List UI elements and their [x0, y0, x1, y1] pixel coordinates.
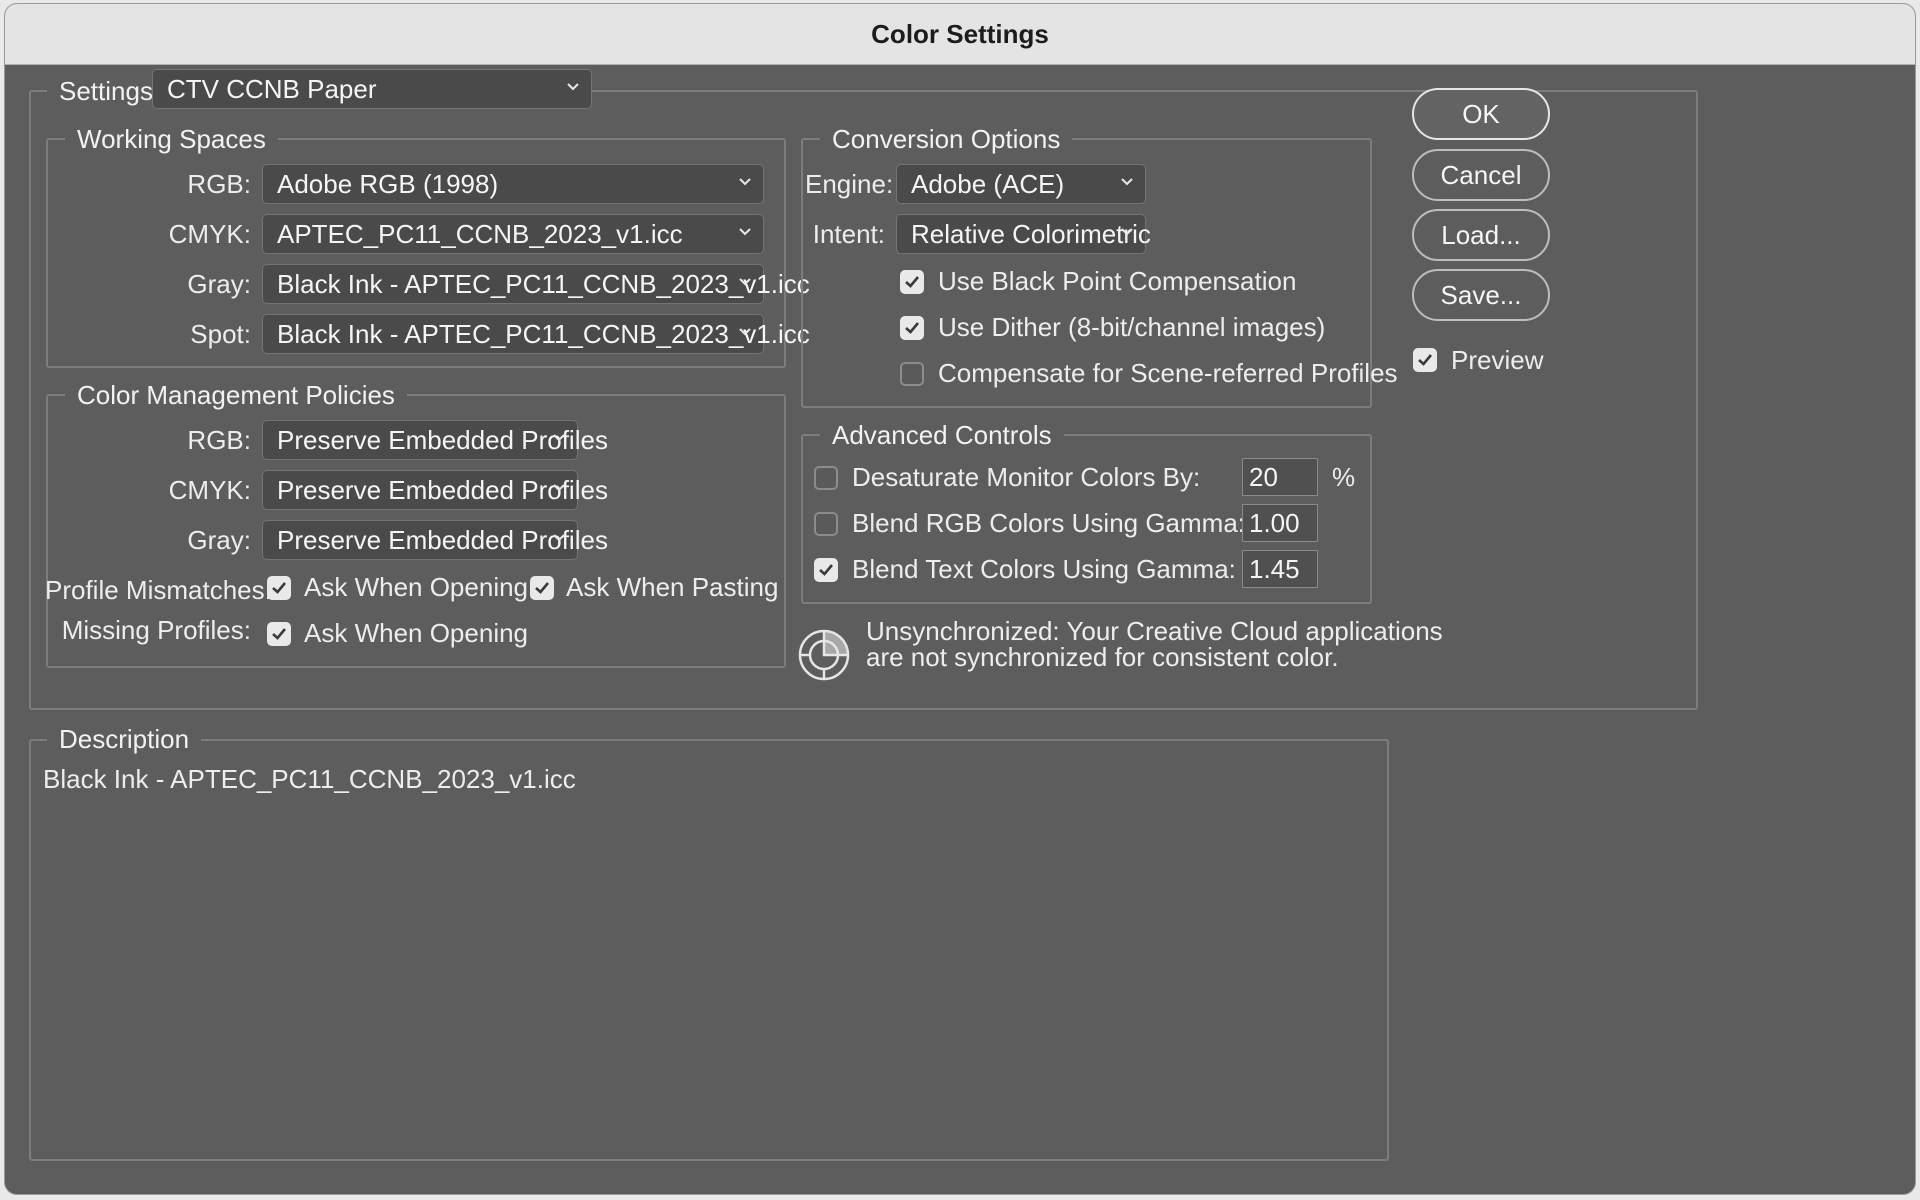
desaturate-checkbox[interactable]	[814, 466, 838, 490]
rgb-policy-dropdown[interactable]: Preserve Embedded Profiles	[262, 420, 608, 460]
blend-rgb-gamma-input[interactable]: 1.00	[1242, 504, 1318, 542]
cancel-button[interactable]: Cancel	[1412, 149, 1550, 201]
cmyk-working-label: CMYK:	[168, 219, 251, 249]
checkmark-icon	[819, 564, 833, 576]
scene-referred-label: Compensate for Scene-referred Profiles	[938, 358, 1398, 388]
mismatch-ask-opening-label: Ask When Opening	[304, 572, 529, 602]
missing-ask-opening-label: Ask When Opening	[304, 618, 529, 648]
policies-legend: Color Management Policies	[65, 378, 407, 412]
checkmark-icon	[1418, 354, 1432, 366]
gray-policy-dropdown[interactable]: Preserve Embedded Profiles	[262, 520, 608, 560]
checkmark-icon	[905, 276, 919, 288]
black-point-checkbox[interactable]	[900, 270, 924, 294]
cmyk-policy-dropdown[interactable]: Preserve Embedded Profiles	[262, 470, 608, 510]
black-point-label: Use Black Point Compensation	[938, 266, 1297, 296]
cmyk-policy-label: CMYK:	[168, 475, 251, 505]
desaturate-input[interactable]: 20	[1242, 458, 1318, 496]
gray-policy-label: Gray:	[187, 525, 251, 555]
chevron-down-icon	[1121, 178, 1133, 186]
rgb-working-value: Adobe RGB (1998)	[277, 169, 499, 199]
missing-profiles-label: Missing Profiles:	[61, 615, 251, 645]
description-legend: Description	[47, 722, 202, 756]
intent-value: Relative Colorimetric	[911, 219, 1151, 249]
rgb-working-label: RGB:	[187, 169, 251, 199]
settings-dropdown[interactable]: CTV CCNB Paper	[152, 69, 592, 109]
sync-message-line2: are not synchronized for consistent colo…	[866, 642, 1339, 672]
mismatch-ask-pasting-checkbox[interactable]	[530, 576, 554, 600]
settings-dropdown-value: CTV CCNB Paper	[167, 74, 377, 104]
checkmark-icon	[272, 628, 286, 640]
dither-checkbox[interactable]	[900, 316, 924, 340]
chevron-down-icon	[553, 484, 565, 492]
spot-working-dropdown[interactable]: Black Ink - APTEC_PC11_CCNB_2023_v1.icc	[262, 314, 810, 354]
checkmark-icon	[905, 322, 919, 334]
dither-label: Use Dither (8-bit/channel images)	[938, 312, 1326, 342]
chevron-down-icon	[567, 83, 579, 91]
spot-working-value: Black Ink - APTEC_PC11_CCNB_2023_v1.icc	[277, 319, 810, 349]
gray-working-dropdown[interactable]: Black Ink - APTEC_PC11_CCNB_2023_v1.icc	[262, 264, 810, 304]
spot-working-label: Spot:	[190, 319, 251, 349]
profile-mismatches-label: Profile Mismatches:	[45, 575, 272, 605]
blend-rgb-checkbox[interactable]	[814, 512, 838, 536]
blend-text-checkbox[interactable]	[814, 558, 838, 582]
chevron-down-icon	[739, 278, 751, 286]
blend-rgb-label: Blend RGB Colors Using Gamma:	[852, 508, 1246, 538]
ok-button[interactable]: OK	[1412, 88, 1550, 140]
advanced-legend: Advanced Controls	[820, 418, 1064, 452]
missing-ask-opening-checkbox[interactable]	[267, 622, 291, 646]
engine-label: Engine:	[805, 169, 894, 199]
rgb-policy-label: RGB:	[187, 425, 251, 455]
chevron-down-icon	[1121, 228, 1133, 236]
preview-label: Preview	[1451, 345, 1544, 375]
conversion-legend: Conversion Options	[820, 122, 1073, 156]
load-button[interactable]: Load...	[1412, 209, 1550, 261]
scene-referred-checkbox[interactable]	[900, 362, 924, 386]
gray-working-value: Black Ink - APTEC_PC11_CCNB_2023_v1.icc	[277, 269, 810, 299]
intent-label: Intent:	[812, 219, 885, 249]
color-sync-icon	[798, 629, 850, 681]
working-spaces-legend: Working Spaces	[65, 122, 278, 156]
checkmark-icon	[535, 582, 549, 594]
engine-value: Adobe (ACE)	[911, 169, 1065, 199]
mismatch-ask-pasting-label: Ask When Pasting	[566, 572, 779, 602]
window-title: Color Settings	[5, 4, 1915, 65]
chevron-down-icon	[739, 228, 751, 236]
description-group	[29, 739, 1389, 1161]
desaturate-unit: %	[1332, 462, 1356, 492]
cmyk-working-dropdown[interactable]: APTEC_PC11_CCNB_2023_v1.icc	[262, 214, 764, 254]
chevron-down-icon	[739, 178, 751, 186]
preview-checkbox[interactable]	[1413, 348, 1437, 372]
engine-dropdown[interactable]: Adobe (ACE)	[896, 164, 1146, 204]
chevron-down-icon	[553, 434, 565, 442]
rgb-working-dropdown[interactable]: Adobe RGB (1998)	[262, 164, 764, 204]
gray-working-label: Gray:	[187, 269, 251, 299]
blend-text-label: Blend Text Colors Using Gamma:	[852, 554, 1236, 584]
chevron-down-icon	[553, 534, 565, 542]
chevron-down-icon	[739, 328, 751, 336]
color-settings-dialog: Color Settings Settings: CTV CCNB Paper …	[5, 4, 1915, 1194]
cmyk-working-value: APTEC_PC11_CCNB_2023_v1.icc	[277, 219, 683, 249]
save-button[interactable]: Save...	[1412, 269, 1550, 321]
intent-dropdown[interactable]: Relative Colorimetric	[896, 214, 1151, 254]
description-text: Black Ink - APTEC_PC11_CCNB_2023_v1.icc	[43, 764, 576, 794]
checkmark-icon	[272, 582, 286, 594]
blend-text-gamma-input[interactable]: 1.45	[1242, 550, 1318, 588]
desaturate-label: Desaturate Monitor Colors By:	[852, 462, 1201, 492]
mismatch-ask-opening-checkbox[interactable]	[267, 576, 291, 600]
